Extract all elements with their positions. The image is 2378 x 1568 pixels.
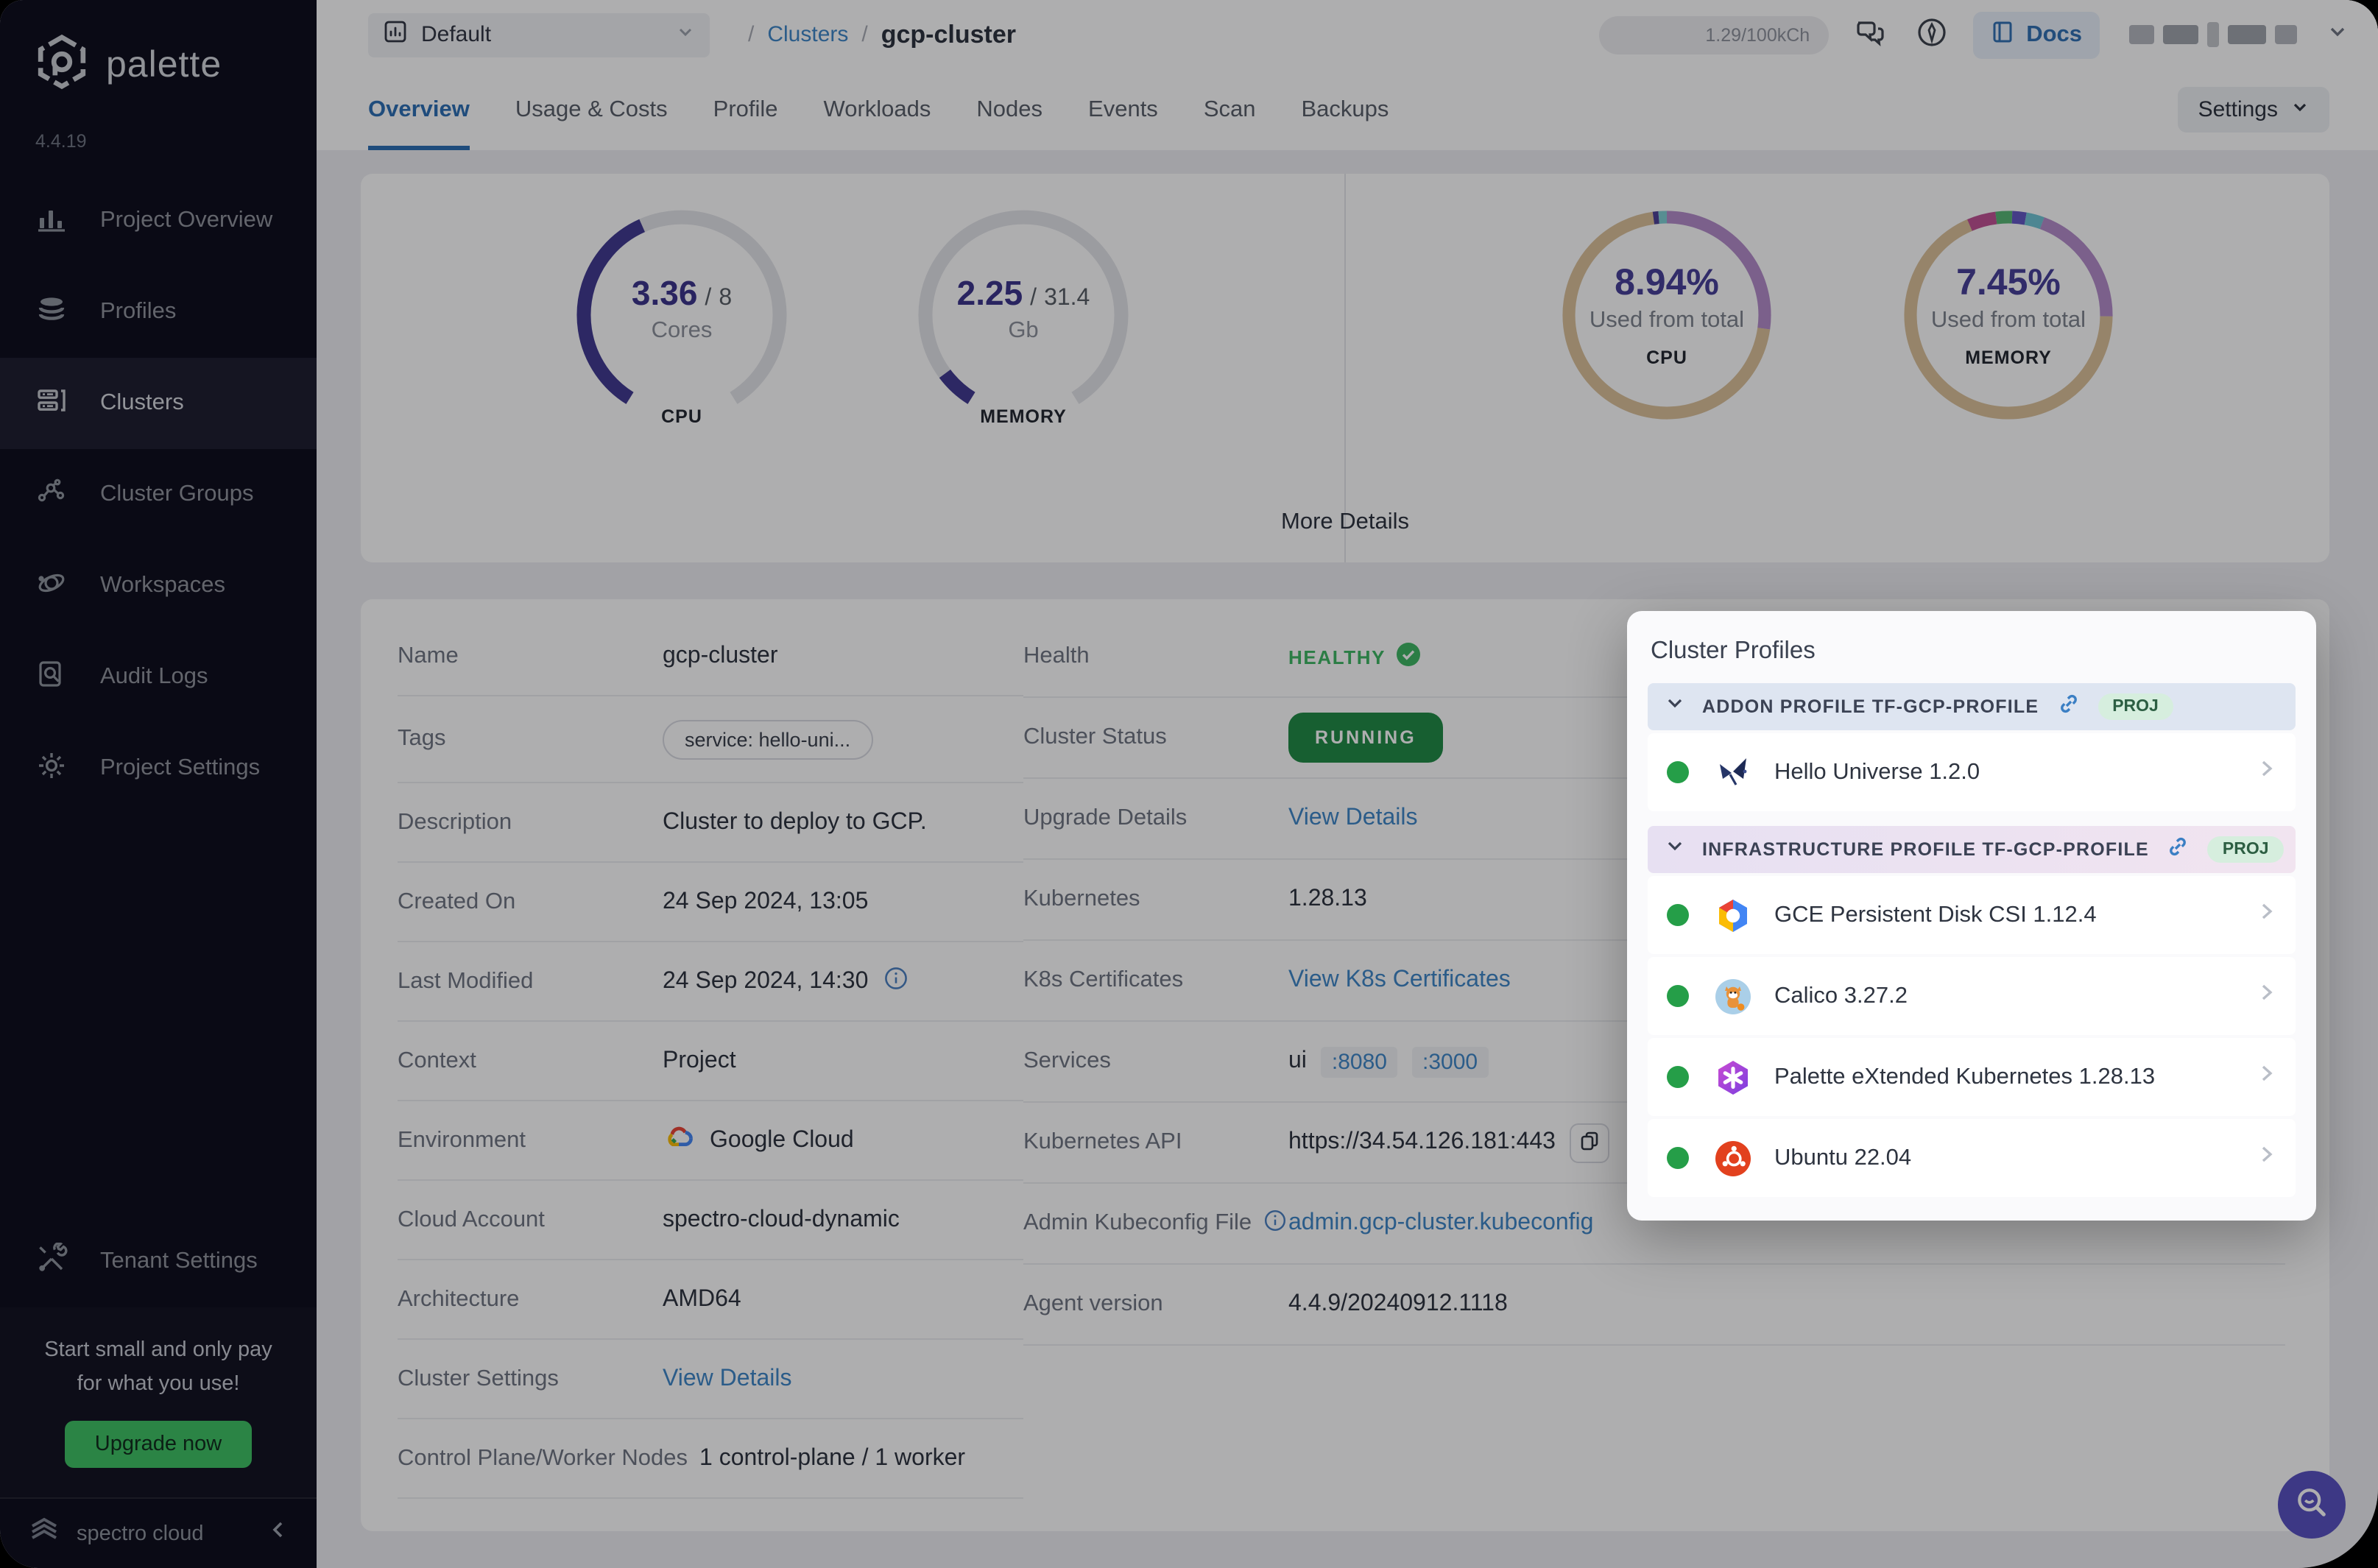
- popup-title: Cluster Profiles: [1651, 638, 2293, 665]
- status-dot: [1667, 985, 1689, 1007]
- link-icon: [2167, 834, 2190, 865]
- app-window: palette 4.4.19 Project Overview Profiles…: [0, 0, 2378, 1568]
- chevron-down-icon: [1665, 693, 1684, 720]
- ubuntu-icon: [1714, 1139, 1752, 1177]
- chevron-right-icon: [2256, 1144, 2276, 1172]
- palette-kubernetes-icon: [1714, 1058, 1752, 1096]
- chevron-right-icon: [2256, 982, 2276, 1010]
- profile-row-gce-csi[interactable]: GCE Persistent Disk CSI 1.12.4: [1648, 876, 2296, 954]
- status-dot: [1667, 904, 1689, 926]
- profile-row-pxk[interactable]: Palette eXtended Kubernetes 1.28.13: [1648, 1038, 2296, 1116]
- proj-badge: PROJ: [2208, 836, 2284, 863]
- status-dot: [1667, 761, 1689, 783]
- addon-profile-section: ADDON PROFILE TF-GCP-PROFILE PROJ Hello …: [1648, 683, 2296, 811]
- addon-profile-header[interactable]: ADDON PROFILE TF-GCP-PROFILE PROJ: [1648, 683, 2296, 730]
- profile-row-ubuntu[interactable]: Ubuntu 22.04: [1648, 1119, 2296, 1197]
- status-dot: [1667, 1066, 1689, 1088]
- chevron-right-icon: [2256, 901, 2276, 929]
- profile-row-hello-universe[interactable]: Hello Universe 1.2.0: [1648, 733, 2296, 811]
- chevron-right-icon: [2256, 1063, 2276, 1091]
- gce-disk-icon: [1714, 896, 1752, 934]
- hello-universe-icon: [1714, 753, 1752, 791]
- status-dot: [1667, 1147, 1689, 1169]
- infrastructure-profile-header[interactable]: INFRASTRUCTURE PROFILE TF-GCP-PROFILE PR…: [1648, 826, 2296, 873]
- proj-badge: PROJ: [2097, 693, 2173, 720]
- chevron-right-icon: [2256, 758, 2276, 786]
- profile-row-calico[interactable]: Calico 3.27.2: [1648, 957, 2296, 1035]
- link-icon: [2056, 691, 2080, 722]
- calico-icon: [1714, 977, 1752, 1015]
- infrastructure-profile-section: INFRASTRUCTURE PROFILE TF-GCP-PROFILE PR…: [1648, 826, 2296, 1197]
- cluster-profiles-popup: Cluster Profiles ADDON PROFILE TF-GCP-PR…: [1627, 611, 2316, 1221]
- chevron-down-icon: [1665, 836, 1684, 863]
